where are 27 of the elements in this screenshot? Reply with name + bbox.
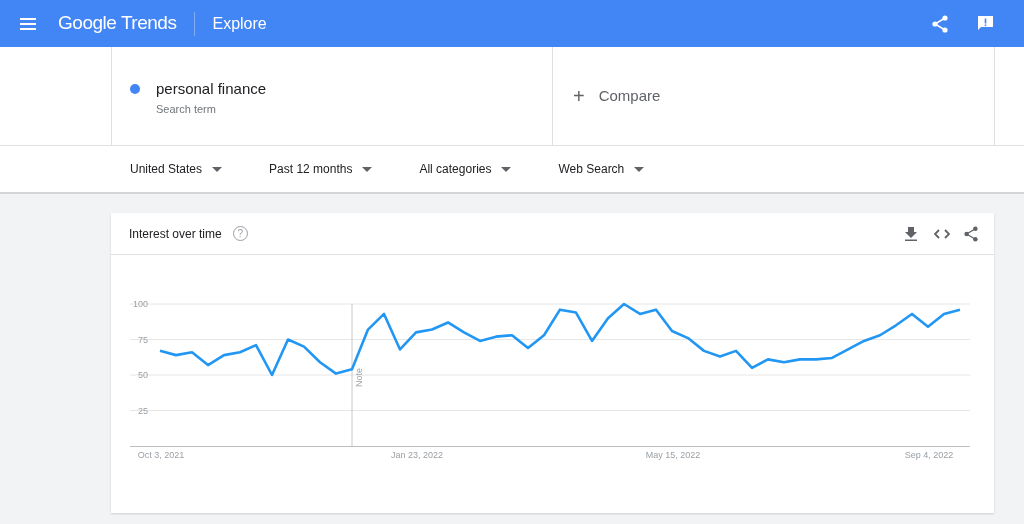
share-icon[interactable] [964,225,978,242]
y-tick-label: 75 [138,334,148,345]
y-tick-label: 100 [132,299,148,309]
card-title: Interest over time [129,225,222,243]
share-icon[interactable] [932,14,948,33]
filter-dropdown[interactable]: Web Search [558,160,645,178]
feedback-icon[interactable] [977,15,994,32]
y-tick-label: 50 [138,370,148,380]
page-title: Explore [212,13,267,34]
y-tick-label: 25 [138,405,148,416]
x-tick-label: Sep 4, 2022 [904,450,954,460]
search-term: personal finance [156,80,267,98]
caret-icon [212,166,223,172]
caret-icon [362,166,373,172]
logo[interactable]: Google Trends [58,9,177,38]
embed-code-icon[interactable] [934,228,950,239]
download-icon[interactable] [905,226,917,241]
caret-icon [501,166,512,172]
filter-dropdown[interactable]: United States [130,160,223,178]
filter-dropdown[interactable]: Past 12 months [269,160,373,178]
x-tick-label: Oct 3, 2021 [137,450,185,460]
search-term-subtitle: Search term [156,102,217,117]
x-tick-label: Jan 23, 2022 [391,450,443,460]
x-tick-label: May 15, 2022 [645,450,701,460]
filter-dropdown[interactable]: All categories [419,160,512,178]
caret-icon [634,166,645,172]
menu-icon[interactable] [20,17,36,30]
